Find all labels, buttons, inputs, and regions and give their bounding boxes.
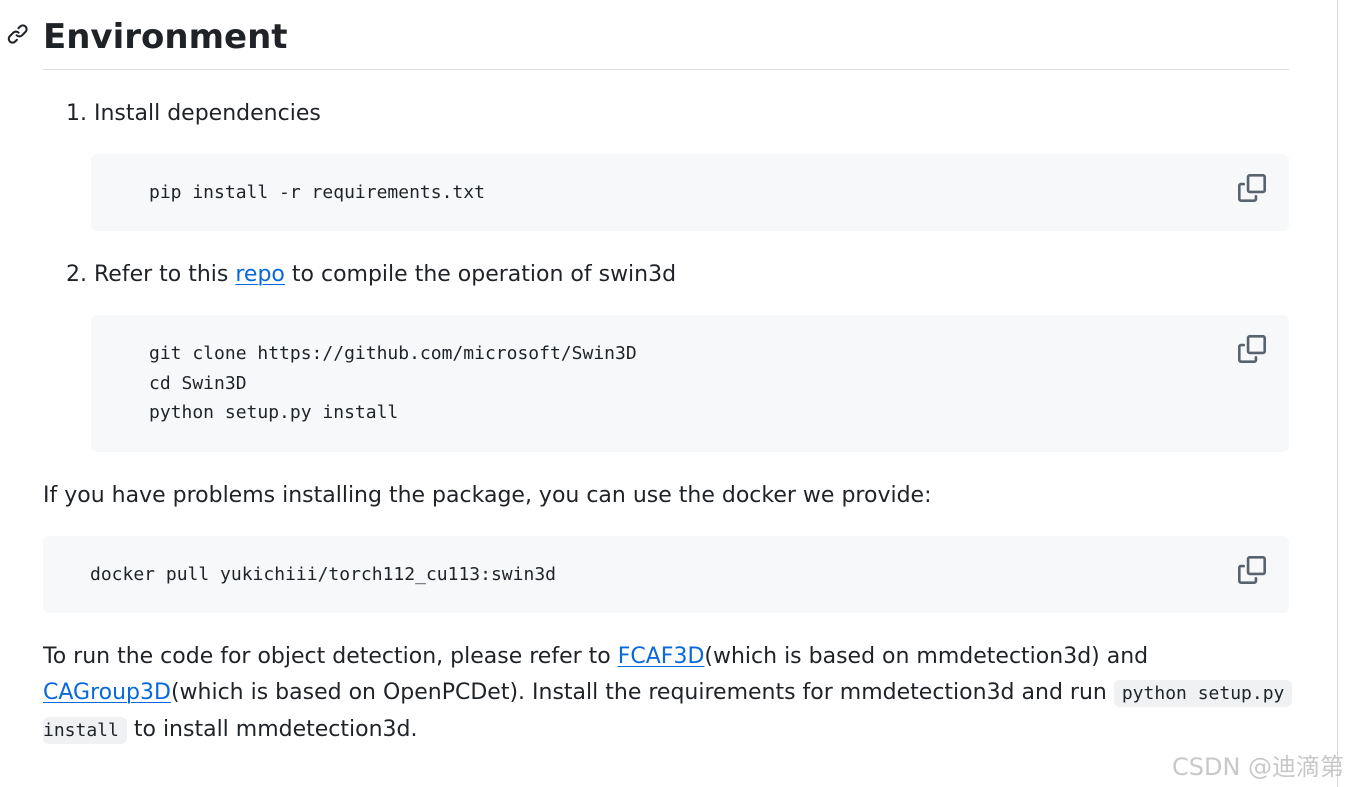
inline-code: python setup.py — [1113, 680, 1293, 707]
right-divider — [1337, 0, 1338, 787]
list-item-text: Install dependencies — [94, 101, 321, 126]
code-text: docker pull yukichiii/torch112_cu113:swi… — [90, 564, 556, 585]
code-block-docker: docker pull yukichiii/torch112_cu113:swi… — [43, 536, 1289, 613]
list-item-text: to compile the operation of swin3d — [291, 262, 677, 287]
code-block-clone: git clone https://github.com/microsoft/S… — [91, 315, 1289, 452]
closing-paragraph-line-3: install to install mmdetection3d. — [43, 712, 418, 749]
copy-icon[interactable] — [1238, 174, 1266, 202]
fcaf3d-link[interactable]: FCAF3D — [618, 644, 705, 669]
code-block-install: pip install -r requirements.txt — [91, 154, 1289, 231]
inline-code: install — [43, 717, 127, 744]
paragraph-text: to install mmdetection3d. — [133, 717, 418, 742]
paragraph-text: (which is based on OpenPCDet). Install t… — [170, 680, 1107, 705]
code-text: pip install -r requirements.txt — [149, 182, 485, 203]
list-item-1: 1. Install dependencies — [66, 98, 321, 130]
docker-paragraph: If you have problems installing the pack… — [43, 483, 932, 508]
list-item-2: 2. Refer to this repo to compile the ope… — [66, 259, 676, 291]
watermark: CSDN @迪滴第 — [1172, 753, 1345, 781]
list-number: 1. — [66, 101, 87, 126]
link-icon[interactable] — [7, 23, 29, 45]
list-item-text: Refer to this — [94, 262, 229, 287]
heading-divider — [43, 69, 1289, 70]
paragraph-text: (which is based on mmdetection3d) and — [704, 644, 1149, 669]
closing-paragraph-line-2: CAGroup3D(which is based on OpenPCDet). … — [43, 675, 1293, 712]
closing-paragraph-line-1: To run the code for object detection, pl… — [43, 639, 1148, 675]
readme-page: Environment 1. Install dependencies pip … — [0, 0, 1356, 787]
cagroup3d-link[interactable]: CAGroup3D — [43, 680, 171, 705]
copy-icon[interactable] — [1238, 335, 1266, 363]
code-text: git clone https://github.com/microsoft/S… — [149, 343, 637, 423]
repo-link[interactable]: repo — [235, 262, 285, 287]
list-number: 2. — [66, 262, 87, 287]
paragraph-text: To run the code for object detection, pl… — [43, 644, 611, 669]
section-heading: Environment — [43, 17, 288, 57]
copy-icon[interactable] — [1238, 556, 1266, 584]
